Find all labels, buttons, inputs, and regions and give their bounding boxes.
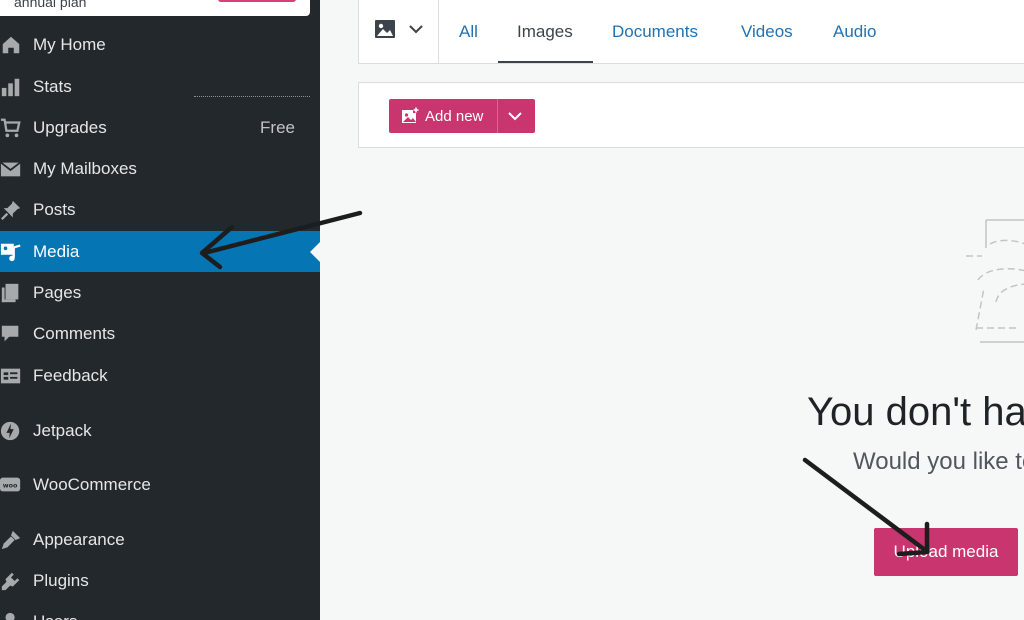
pin-icon <box>0 198 24 222</box>
empty-state-subtitle: Would you like to <box>853 448 1024 475</box>
sidebar-item-users[interactable]: Users <box>0 601 320 620</box>
comment-icon <box>0 322 24 346</box>
sidebar-item-pages[interactable]: Pages <box>0 272 320 313</box>
plan-upgrade-button[interactable] <box>218 0 296 2</box>
sidebar-item-label: Media <box>33 241 80 261</box>
sidebar-item-label: My Mailboxes <box>33 158 137 178</box>
media-type-select[interactable] <box>359 0 439 63</box>
sidebar-item-my-mailboxes[interactable]: My Mailboxes <box>0 148 320 189</box>
image-icon <box>374 19 396 44</box>
sidebar-item-label: My Home <box>33 34 106 54</box>
sidebar-item-label: Feedback <box>33 365 108 385</box>
plan-label: annual plan <box>14 0 87 10</box>
sidebar-item-upgrades[interactable]: Upgrades Free <box>0 107 320 148</box>
sidebar-item-media[interactable]: Media <box>0 231 320 272</box>
users-icon <box>0 610 24 620</box>
sidebar-item-feedback[interactable]: Feedback <box>0 355 320 396</box>
plan-badge: Free <box>260 117 295 137</box>
tab-all[interactable]: All <box>459 0 478 63</box>
empty-state-title: You don't ha <box>807 390 1024 434</box>
pages-icon <box>0 281 24 305</box>
add-new-button[interactable]: Add new <box>389 99 535 133</box>
divider <box>497 99 498 133</box>
media-toolbar: Add new <box>358 82 1024 148</box>
media-icon <box>0 240 24 264</box>
sidebar-item-comments[interactable]: Comments <box>0 313 320 354</box>
plan-banner: annual plan <box>0 0 310 16</box>
feedback-icon <box>0 364 24 388</box>
upload-media-button[interactable]: Upload media <box>874 528 1018 576</box>
cart-icon <box>0 116 24 140</box>
sidebar-item-label: Pages <box>33 282 82 302</box>
sidebar-item-woocommerce[interactable]: woo WooCommerce <box>0 464 320 505</box>
sidebar: annual plan My Home Stats Upgrades Free … <box>0 0 320 620</box>
sidebar-item-plugins[interactable]: Plugins <box>0 560 320 601</box>
sidebar-item-label: Jetpack <box>33 420 92 440</box>
tab-videos[interactable]: Videos <box>741 0 793 63</box>
sidebar-item-appearance[interactable]: Appearance <box>0 519 320 560</box>
tab-images[interactable]: Images <box>498 0 593 63</box>
home-icon <box>0 33 24 57</box>
brush-icon <box>0 528 24 552</box>
empty-state-illustration <box>960 218 1024 348</box>
tab-audio[interactable]: Audio <box>833 0 876 63</box>
sidebar-item-label: Users <box>33 612 77 620</box>
tab-documents[interactable]: Documents <box>612 0 698 63</box>
add-new-label: Add new <box>425 107 484 125</box>
sidebar-item-label: Appearance <box>33 529 125 549</box>
add-image-icon <box>401 107 419 125</box>
sidebar-item-label: Comments <box>33 323 116 343</box>
svg-text:woo: woo <box>3 481 18 489</box>
mail-icon <box>0 157 24 181</box>
sidebar-item-label: Plugins <box>33 570 89 590</box>
sidebar-item-stats[interactable]: Stats <box>0 66 320 107</box>
chevron-down-icon <box>408 21 424 42</box>
media-filter-bar: All Images Documents Videos Audio <box>358 0 1024 64</box>
stats-icon <box>0 75 24 99</box>
sidebar-item-my-home[interactable]: My Home <box>0 24 320 65</box>
sidebar-item-label: Stats <box>33 76 72 96</box>
sidebar-item-label: WooCommerce <box>33 474 151 494</box>
jetpack-icon <box>0 419 24 443</box>
chevron-down-icon[interactable] <box>507 108 523 124</box>
main-content: All Images Documents Videos Audio Add ne… <box>320 0 1024 620</box>
sidebar-item-label: Posts <box>33 199 76 219</box>
woo-icon: woo <box>0 473 24 497</box>
plugin-icon <box>0 569 24 593</box>
sidebar-item-posts[interactable]: Posts <box>0 189 320 230</box>
sidebar-item-jetpack[interactable]: Jetpack <box>0 410 320 451</box>
sidebar-item-label: Upgrades <box>33 117 107 137</box>
